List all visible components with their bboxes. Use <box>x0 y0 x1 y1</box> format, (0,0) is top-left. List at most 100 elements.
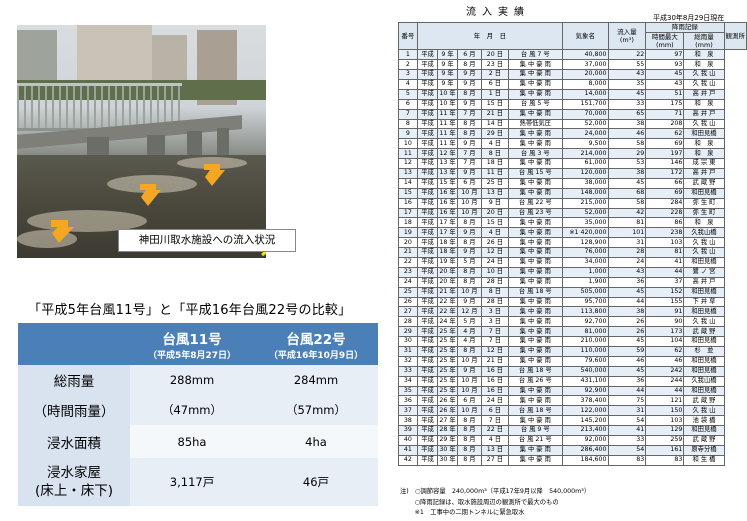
table-cell: 58 <box>607 197 647 209</box>
table-cell: 8 月 <box>456 237 483 249</box>
table-cell: 128,900 <box>561 237 609 249</box>
table-cell: 25 年 <box>437 336 458 348</box>
table-cell: 2 <box>398 59 418 71</box>
table-cell: 151,700 <box>561 98 609 110</box>
table-cell: 23 日 <box>481 59 509 71</box>
table-cell: 9 月 <box>456 167 483 179</box>
table-cell: 41 <box>398 444 418 456</box>
table-cell: 4 日 <box>481 227 509 239</box>
table-row: 42 平成 30 年8 月 27 日集 中 豪 雨 184,600 83 83 和 生 橋 <box>398 454 747 466</box>
table-cell: 集 中 豪 雨 <box>507 316 563 328</box>
table-cell: 平成 <box>416 158 439 169</box>
col-total-rain-unit: (mm) <box>695 41 713 50</box>
col-max-rain-unit: (mm) <box>655 41 674 50</box>
table-row: 20 平成 18 年8 月 26 日集 中 豪 雨 128,900 31 103 久 我 山 <box>398 237 747 249</box>
table-cell: 集 中 豪 雨 <box>507 78 563 90</box>
table-cell: 29 日 <box>481 128 509 140</box>
table-row: 37 平成 26 年 10 月6 日台 風 18 号 122,000 31 150 久 我 山 <box>398 405 747 417</box>
table-cell: 38,000 <box>561 177 609 189</box>
table-cell: 28 日 <box>481 296 509 308</box>
table-cell: 8 月 <box>456 444 483 456</box>
table-cell: 和田見橋 <box>683 306 725 318</box>
table-cell: 16 年 <box>437 207 458 219</box>
table-row: 2 平成 9 年8 月 23 日集 中 豪 雨 37,000 55 93 和 泉 <box>398 59 747 71</box>
table-cell: 54 <box>607 415 647 427</box>
table-cell: 25 年 <box>437 355 458 367</box>
table-cell: 92,700 <box>561 316 609 328</box>
table-cell: 和田見橋 <box>683 425 725 437</box>
table-cell: 集 中 豪 雨 <box>507 217 563 229</box>
table-cell: 12 日 <box>481 247 509 258</box>
table-row: 24 平成 20 年8 月 28 日集 中 豪 雨 1,900 36 37 高 井 戸 <box>398 276 747 288</box>
table-cell: 平成 <box>416 296 439 308</box>
table-cell: 久 我 山 <box>683 247 725 258</box>
table-cell: 久 我 山 <box>683 237 725 249</box>
table-cell: 28 <box>398 316 418 328</box>
table-cell: 和 泉 <box>683 138 725 150</box>
table-cell: 43 <box>607 266 647 278</box>
table-cell: 和 泉 <box>683 59 725 71</box>
table-cell: 平成 <box>416 138 439 150</box>
table-cell: 284 <box>645 197 685 209</box>
table-cell: 31 <box>607 405 647 417</box>
table-cell: 6 日 <box>481 405 509 417</box>
col-rain-group: 降雨記録 <box>645 22 725 33</box>
table-row: 7 平成 11 年7 月 21 日集 中 豪 雨 70,000 65 71 高 井 戸 <box>398 108 747 120</box>
table-row: 10 平成 11 年9 月4 日集 中 豪 雨 9,500 58 69 和 泉 <box>398 138 747 150</box>
col-volume: 流入量 (m³) <box>607 21 647 51</box>
table-cell: 13 <box>398 167 418 179</box>
table-row: 5 平成 10 年8 月1 日集 中 豪 雨 14,000 45 51 高 井 戸 <box>398 88 747 100</box>
t11-flood-area: 85ha <box>177 434 207 449</box>
table-cell: 平成 <box>416 266 439 278</box>
table-cell: 41 <box>645 257 685 268</box>
table-cell: 6 月 <box>456 395 483 407</box>
table-cell: 148,000 <box>561 187 609 199</box>
col-type: 気象名 <box>561 21 609 51</box>
table-cell: 36 <box>398 395 418 407</box>
table-cell: 集 中 豪 雨 <box>507 177 563 189</box>
table-row: 39 平成 28 年8 月 22 日台 風 9 号 213,400 41 129 和田見橋 <box>398 425 747 437</box>
label-total-rain: 総雨量 <box>18 365 130 395</box>
table-cell: 145,200 <box>561 415 609 427</box>
inflow-table: 番号 年 月 日 気象名 流入量 (m³) 降雨記録 観測所 時間最大 (mm)… <box>398 21 747 466</box>
table-cell: 210,000 <box>561 336 609 348</box>
inflow-title: 流入実績 <box>466 7 530 18</box>
table-cell: 259 <box>645 435 685 446</box>
table-cell: 3 日 <box>481 316 509 328</box>
table-cell: 101 <box>607 227 647 239</box>
table-cell: 175 <box>645 98 685 110</box>
table-cell: 30 年 <box>437 444 458 456</box>
table-cell: 79,600 <box>561 355 609 367</box>
table-cell: 9,500 <box>561 138 609 150</box>
table-row: 27 平成 22 年 12 月3 日集 中 豪 雨 113,800 38 91 和田見橋 <box>398 306 747 318</box>
table-cell: 9 年 <box>437 59 458 71</box>
table-cell: 弥 生 町 <box>683 197 725 209</box>
table-cell: 55 <box>607 59 647 71</box>
table-cell: 10 月 <box>456 385 483 397</box>
table-cell: 18 日 <box>481 158 509 169</box>
table-cell: 6 月 <box>456 177 483 189</box>
table-cell: 24,000 <box>561 128 609 140</box>
table-cell: 16 <box>398 197 418 209</box>
col-no: 番号 <box>398 21 418 51</box>
table-cell: 10 月 <box>456 355 483 367</box>
table-cell: 平成 <box>416 59 439 71</box>
table-cell: 44 <box>645 385 685 397</box>
table-row: 19 平成 17 年9 月4 日集 中 豪 雨 ※1 420,000 101 238 久我山… <box>398 227 747 239</box>
table-cell: 平成 <box>416 326 439 338</box>
table-cell: 15 日 <box>481 217 509 229</box>
table-cell: 59 <box>607 346 647 357</box>
table-cell: 97 <box>645 49 685 61</box>
table-cell: 9 <box>398 128 418 140</box>
table-cell: 20 日 <box>481 207 509 219</box>
orange-arrow-icon <box>140 184 161 206</box>
table-cell: 平成 <box>416 316 439 328</box>
table-cell: 和 泉 <box>683 98 725 110</box>
table-cell: 台 風 3 号 <box>507 148 563 160</box>
table-cell: 10 年 <box>437 88 458 100</box>
table-cell: 30 年 <box>437 454 458 466</box>
table-cell: 25 年 <box>437 385 458 397</box>
table-cell: 台 風 18 号 <box>507 405 563 417</box>
table-cell: 70,000 <box>561 108 609 120</box>
table-cell: 台 風 21 号 <box>507 435 563 446</box>
